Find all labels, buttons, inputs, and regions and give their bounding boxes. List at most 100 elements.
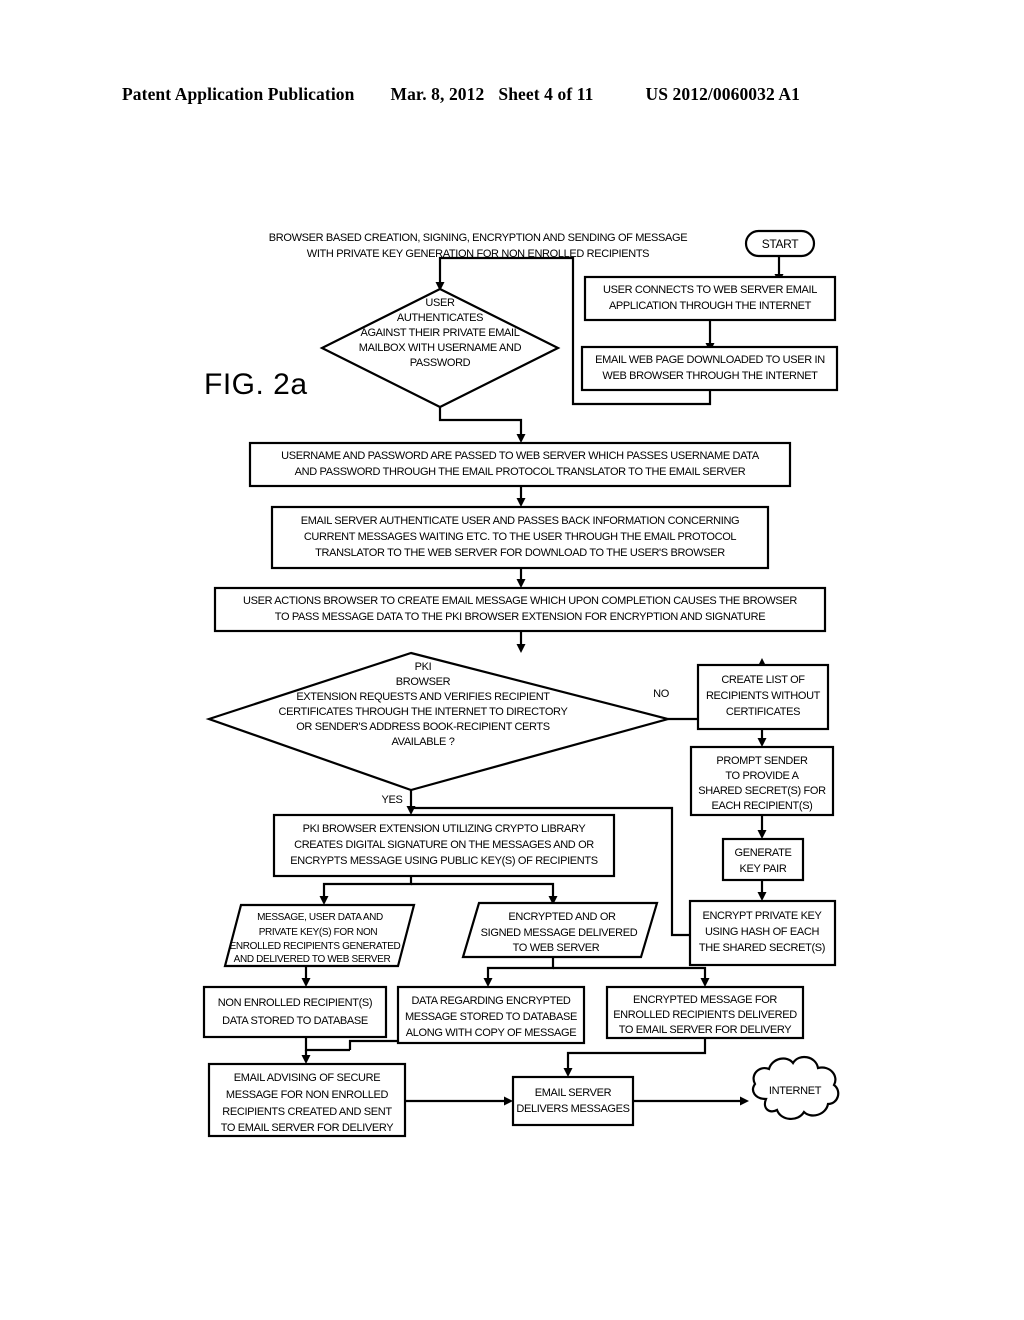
start-label: START — [762, 237, 799, 251]
pki-certs-available-line4: CERTIFICATES THROUGH THE INTERNET TO DIR… — [279, 706, 569, 718]
create-list-line2: RECIPIENTS WITHOUT — [706, 690, 821, 702]
email-advising-line3: RECIPIENTS CREATED AND SENT — [222, 1106, 392, 1118]
node-email-server-delivers[interactable]: EMAIL SERVER DELIVERS MESSAGES — [511, 1075, 635, 1127]
user-authenticates-line4: MAILBOX WITH USERNAME AND — [359, 342, 522, 354]
email-server-delivers-line1: EMAIL SERVER — [535, 1087, 612, 1099]
create-list-line1: CREATE LIST OF — [721, 674, 805, 686]
node-non-enrolled-stored[interactable]: NON ENROLLED RECIPIENT(S) DATA STORED TO… — [202, 985, 388, 1039]
arrowhead-prompt-sender-to-generate-key-pair — [757, 830, 767, 839]
pki-certs-available-line5: OR SENDER'S ADDRESS BOOK-RECIPIENT CERTS — [296, 721, 550, 733]
node-pki-extension-crypto[interactable]: PKI BROWSER EXTENSION UTILIZING CRYPTO L… — [272, 813, 616, 878]
arrowhead-message-user-data-to-non-enrolled — [301, 978, 311, 987]
email-server-authenticate-line3: TRANSLATOR TO THE WEB SERVER FOR DOWNLOA… — [315, 547, 725, 559]
patent-page: Patent Application Publication Mar. 8, 2… — [0, 0, 1024, 1320]
prompt-sender-line3: SHARED SECRET(S) FOR — [698, 785, 826, 797]
non-enrolled-stored-line2: DATA STORED TO DATABASE — [222, 1015, 368, 1027]
message-user-data-line4: AND DELIVERED TO WEB SERVER — [234, 954, 391, 965]
node-username-password-passed[interactable]: USERNAME AND PASSWORD ARE PASSED TO WEB … — [248, 441, 792, 488]
encrypted-message-enrolled-line3: TO EMAIL SERVER FOR DELIVERY — [619, 1024, 793, 1036]
edge-label-no: NO — [653, 688, 670, 700]
encrypted-message-enrolled-line1: ENCRYPTED MESSAGE FOR — [633, 994, 777, 1006]
node-pki-certs-available[interactable]: PKI BROWSER EXTENSION REQUESTS AND VERIF… — [205, 651, 673, 792]
encrypt-private-key-line3: THE SHARED SECRET(S) — [699, 942, 825, 954]
edge-encrypted-signed-to-data-regarding — [486, 957, 555, 980]
email-server-delivers-line2: DELIVERS MESSAGES — [516, 1103, 629, 1115]
node-start[interactable]: START — [744, 229, 816, 258]
edge-extension-to-encrypted-signed — [411, 882, 555, 898]
prompt-sender-line1: PROMPT SENDER — [716, 755, 808, 767]
internet-label: INTERNET — [769, 1085, 822, 1097]
edge-non-enrolled-jog — [304, 1037, 350, 1052]
encrypt-private-key-line2: USING HASH OF EACH — [705, 926, 820, 938]
user-authenticates-line3: AGAINST THEIR PRIVATE EMAIL — [360, 327, 519, 339]
arrowhead-non-enrolled-to-email-advising — [301, 1055, 311, 1064]
arrowhead-extension-to-message-user-data — [319, 896, 329, 905]
message-user-data-line2: PRIVATE KEY(S) FOR NON — [259, 927, 378, 938]
message-user-data-line1: MESSAGE, USER DATA AND — [257, 912, 383, 923]
arrowhead-authenticate-to-username-passed — [516, 434, 526, 443]
pki-extension-crypto-line2: CREATES DIGITAL SIGNATURE ON THE MESSAGE… — [294, 839, 594, 851]
flowchart-title-line1: BROWSER BASED CREATION, SIGNING, ENCRYPT… — [269, 232, 687, 244]
arrowhead-generate-key-pair-to-encrypt-private-key — [757, 892, 767, 901]
data-regarding-encrypted-line3: ALONG WITH COPY OF MESSAGE — [406, 1027, 576, 1039]
user-authenticates-line5: PASSWORD — [410, 357, 471, 369]
node-message-user-data[interactable]: MESSAGE, USER DATA AND PRIVATE KEY(S) FO… — [223, 903, 416, 968]
user-authenticates-line2: AUTHENTICATES — [397, 312, 483, 324]
node-email-advising[interactable]: EMAIL ADVISING OF SECURE MESSAGE FOR NON… — [207, 1062, 407, 1138]
arrowhead-email-server-delivers-to-internet — [740, 1096, 749, 1106]
node-email-server-authenticate[interactable]: EMAIL SERVER AUTHENTICATE USER AND PASSE… — [270, 505, 770, 570]
node-user-connects[interactable]: USER CONNECTS TO WEB SERVER EMAIL APPLIC… — [583, 275, 837, 322]
email-advising-line2: MESSAGE FOR NON ENROLLED — [226, 1089, 389, 1101]
node-create-list[interactable]: CREATE LIST OF RECIPIENTS WITHOUT CERTIF… — [696, 663, 830, 731]
pki-certs-available-line1: PKI — [415, 661, 432, 673]
email-web-page-line1: EMAIL WEB PAGE DOWNLOADED TO USER IN — [595, 354, 825, 366]
data-regarding-encrypted-line1: DATA REGARDING ENCRYPTED — [411, 995, 570, 1007]
user-connects-line1: USER CONNECTS TO WEB SERVER EMAIL — [603, 284, 817, 296]
email-advising-line1: EMAIL ADVISING OF SECURE — [234, 1072, 380, 1084]
node-prompt-sender[interactable]: PROMPT SENDER TO PROVIDE A SHARED SECRET… — [689, 745, 835, 817]
prompt-sender-line2: TO PROVIDE A — [725, 770, 799, 782]
encrypted-signed-delivered-line3: TO WEB SERVER — [513, 942, 600, 954]
user-connects-line2: APPLICATION THROUGH THE INTERNET — [609, 300, 812, 312]
arrowhead-email-server-auth-to-user-actions — [516, 579, 526, 588]
prompt-sender-line4: EACH RECIPIENT(S) — [711, 800, 812, 812]
edge-label-yes: YES — [382, 794, 403, 806]
node-encrypted-message-enrolled[interactable]: ENCRYPTED MESSAGE FOR ENROLLED RECIPIENT… — [605, 985, 805, 1040]
arrowhead-email-advising-to-email-server-delivers — [504, 1096, 513, 1106]
email-server-authenticate-line2: CURRENT MESSAGES WAITING ETC. TO THE USE… — [304, 531, 737, 543]
arrowhead-user-actions-to-pki-decision — [516, 644, 526, 653]
encrypted-signed-delivered-line1: ENCRYPTED AND OR — [508, 911, 616, 923]
generate-key-pair-line2: KEY PAIR — [740, 863, 787, 875]
node-email-web-page[interactable]: EMAIL WEB PAGE DOWNLOADED TO USER IN WEB… — [580, 345, 839, 392]
email-server-delivers-shape — [511, 1075, 635, 1127]
pki-certs-available-line3: EXTENSION REQUESTS AND VERIFIES RECIPIEN… — [296, 691, 550, 703]
create-list-line3: CERTIFICATES — [726, 706, 800, 718]
user-actions-browser-line1: USER ACTIONS BROWSER TO CREATE EMAIL MES… — [243, 595, 797, 607]
generate-key-pair-line1: GENERATE — [735, 847, 792, 859]
node-user-authenticates[interactable]: USER AUTHENTICATES AGAINST THEIR PRIVATE… — [319, 287, 561, 409]
pki-certs-available-line6: AVAILABLE ? — [391, 736, 454, 748]
encrypted-message-enrolled-line2: ENROLLED RECIPIENTS DELIVERED — [613, 1009, 797, 1021]
node-encrypted-signed-delivered[interactable]: ENCRYPTED AND OR SIGNED MESSAGE DELIVERE… — [461, 901, 659, 959]
edge-encrypted-signed-to-enrolled-delivery — [553, 966, 707, 980]
username-password-passed-line1: USERNAME AND PASSWORD ARE PASSED TO WEB … — [281, 450, 760, 462]
pki-extension-crypto-line3: ENCRYPTS MESSAGE USING PUBLIC KEY(S) OF … — [290, 855, 597, 867]
pki-extension-crypto-line1: PKI BROWSER EXTENSION UTILIZING CRYPTO L… — [303, 823, 587, 835]
arrowhead-enrolled-delivery-to-email-server-delivers — [563, 1068, 573, 1077]
data-regarding-encrypted-line2: MESSAGE STORED TO DATABASE — [405, 1011, 577, 1023]
node-generate-key-pair[interactable]: GENERATE KEY PAIR — [721, 837, 805, 882]
node-data-regarding-encrypted[interactable]: DATA REGARDING ENCRYPTED MESSAGE STORED … — [396, 985, 586, 1045]
user-actions-browser-line2: TO PASS MESSAGE DATA TO THE PKI BROWSER … — [275, 611, 765, 623]
encrypt-private-key-line1: ENCRYPT PRIVATE KEY — [702, 910, 822, 922]
email-advising-line4: TO EMAIL SERVER FOR DELIVERY — [221, 1122, 395, 1134]
user-authenticates-line1: USER — [425, 297, 455, 309]
node-user-actions-browser[interactable]: USER ACTIONS BROWSER TO CREATE EMAIL MES… — [213, 586, 827, 633]
node-encrypt-private-key[interactable]: ENCRYPT PRIVATE KEY USING HASH OF EACH T… — [688, 899, 837, 967]
message-user-data-line3: ENROLLED RECIPIENTS GENERATED — [230, 941, 401, 952]
email-web-page-line2: WEB BROWSER THROUGH THE INTERNET — [602, 370, 818, 382]
pki-certs-available-line2: BROWSER — [396, 676, 451, 688]
edge-extension-to-message-user-data — [322, 876, 413, 898]
arrowhead-encrypted-signed-to-data-regarding — [483, 978, 493, 987]
arrowhead-username-to-email-server-auth — [516, 498, 526, 507]
node-internet[interactable]: INTERNET — [751, 1055, 840, 1120]
